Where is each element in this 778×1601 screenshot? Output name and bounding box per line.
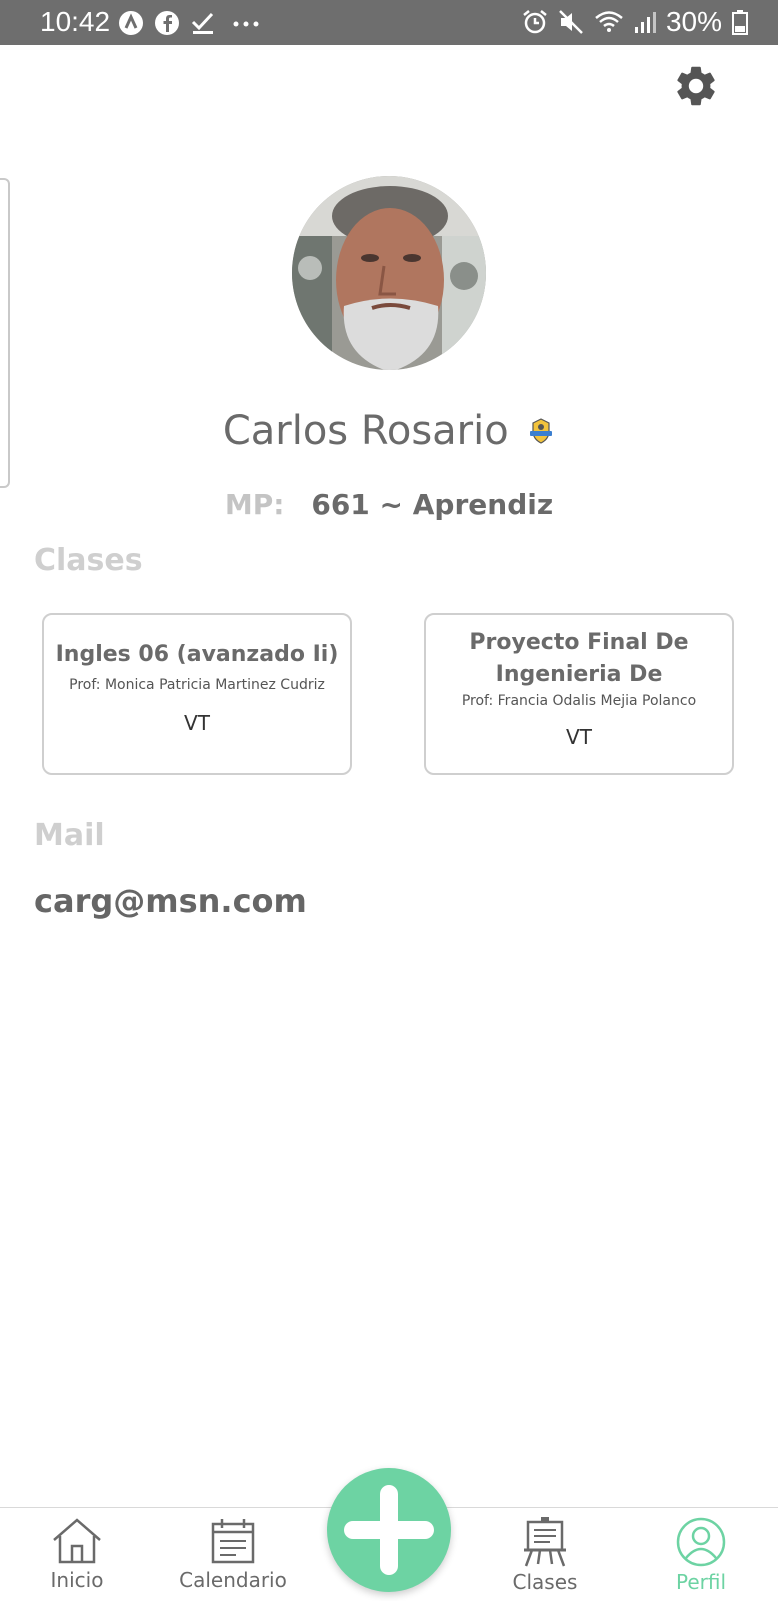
nav-label-perfil: Perfil — [675, 1570, 727, 1594]
avatar-photo — [292, 176, 486, 370]
class-title: Proyecto Final De Ingenieria De Softwar.… — [469, 630, 689, 687]
mp-value: 661 ~ Aprendiz — [311, 488, 554, 521]
easel-icon — [524, 1517, 566, 1567]
mp-label: MP: — [224, 488, 285, 521]
mail-section-title: Mail — [34, 818, 105, 853]
add-button[interactable] — [327, 1468, 451, 1592]
nav-item-clases[interactable]: Clases — [480, 1508, 610, 1601]
profile-name: Carlos Rosario — [222, 408, 509, 454]
calendar-icon — [211, 1519, 255, 1564]
mp-row: MP: 661 ~ Aprendiz — [0, 488, 778, 521]
facebook-icon — [155, 11, 179, 35]
plus-icon — [344, 1485, 434, 1575]
battery-icon — [732, 10, 748, 35]
status-right-group: 30% — [522, 6, 748, 38]
settings-gear-icon[interactable] — [672, 62, 720, 110]
mail-value: carg@msn.com — [34, 882, 307, 920]
class-card[interactable]: Ingles 06 (avanzado Ii) Prof: Monica Pat… — [42, 613, 352, 775]
class-card[interactable]: Proyecto Final De Ingenieria De Softwar.… — [424, 613, 734, 775]
home-icon — [53, 1518, 101, 1564]
app-notification-icon — [119, 11, 143, 35]
status-bar: 10:42 30% — [0, 0, 778, 45]
nav-label-clases: Clases — [512, 1570, 578, 1594]
class-professor: Prof: Francia Odalis Mejia Polanco — [461, 693, 697, 709]
class-section: VT — [184, 711, 210, 735]
alarm-icon — [523, 10, 547, 34]
avatar — [292, 176, 486, 370]
mute-icon — [559, 10, 583, 34]
profile-icon — [676, 1517, 726, 1567]
classes-section-title: Clases — [34, 543, 143, 578]
nav-item-perfil[interactable]: Perfil — [636, 1508, 766, 1601]
signal-icon — [634, 12, 656, 33]
profile-name-row: Carlos Rosario — [0, 408, 778, 454]
battery-percent: 30% — [665, 6, 722, 37]
more-notifications-icon — [233, 21, 259, 27]
nav-label-calendario: Calendario — [179, 1568, 287, 1592]
wifi-icon — [595, 11, 623, 32]
task-done-icon — [191, 12, 214, 34]
rank-badge-icon — [530, 418, 553, 444]
status-time: 10:42 — [40, 6, 111, 37]
nav-label-inicio: Inicio — [50, 1568, 104, 1592]
class-title: Ingles 06 (avanzado Ii) — [55, 642, 339, 667]
class-professor: Prof: Monica Patricia Martinez Cudriz — [69, 677, 325, 693]
nav-item-inicio[interactable]: Inicio — [12, 1508, 142, 1601]
nav-item-calendario[interactable]: Calendario — [168, 1508, 298, 1601]
class-section: VT — [566, 725, 592, 749]
